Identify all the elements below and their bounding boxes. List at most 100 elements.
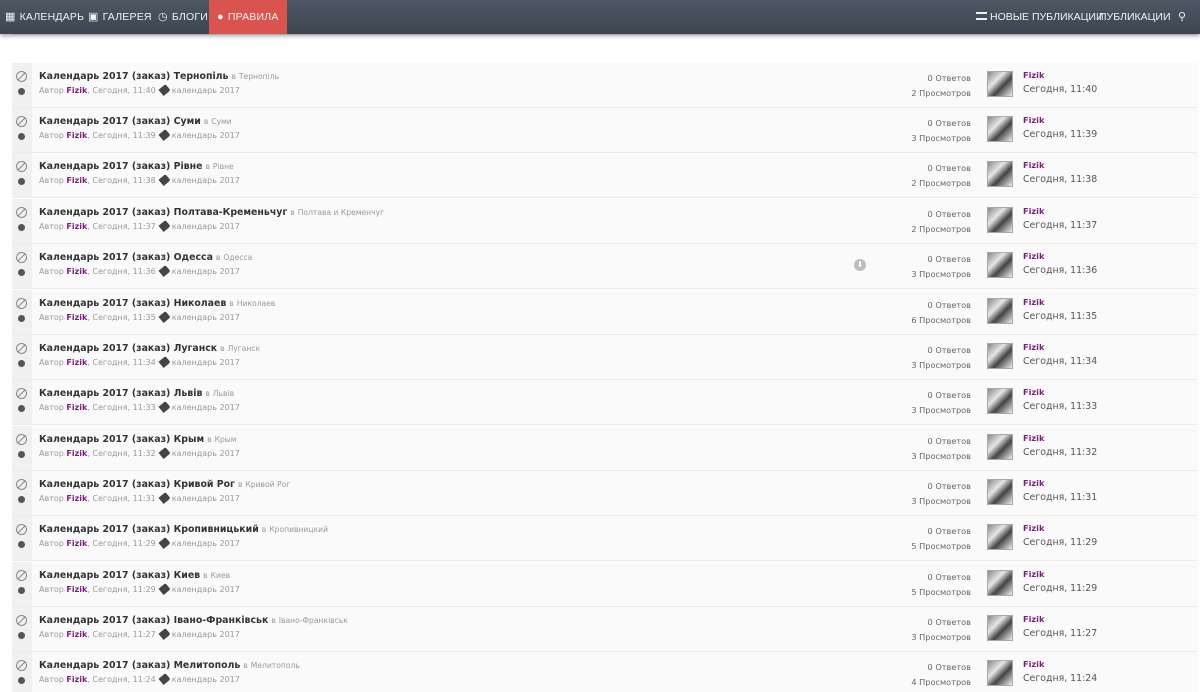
- category-link[interactable]: Крым: [215, 435, 237, 444]
- last-poster-link[interactable]: Fizik: [1023, 569, 1044, 579]
- last-poster-link[interactable]: Fizik: [1023, 251, 1044, 261]
- author-link[interactable]: Fizik: [66, 176, 87, 185]
- last-post-time[interactable]: Сегодня, 11:37: [1023, 220, 1097, 231]
- last-post-time[interactable]: Сегодня, 11:35: [1023, 311, 1097, 322]
- topic-title-link[interactable]: Календарь 2017 (заказ) Киев: [39, 570, 200, 581]
- topic-title-link[interactable]: Календарь 2017 (заказ) Одесса: [39, 252, 213, 263]
- map-pin-icon[interactable]: ⚲: [1178, 0, 1186, 34]
- unread-dot-icon[interactable]: [18, 224, 25, 231]
- last-post-time[interactable]: Сегодня, 11:36: [1023, 265, 1097, 276]
- avatar[interactable]: [987, 298, 1013, 324]
- category-link[interactable]: Одесса: [223, 253, 252, 262]
- category-link[interactable]: Луганск: [228, 344, 261, 353]
- avatar[interactable]: [987, 434, 1013, 460]
- topic-title-link[interactable]: Календарь 2017 (заказ) Львів: [39, 388, 202, 399]
- category-link[interactable]: Рівне: [213, 162, 234, 171]
- topic-row[interactable]: Календарь 2017 (заказ) Киев в Киев Автор …: [12, 562, 1198, 607]
- tag-link[interactable]: календарь 2017: [172, 86, 240, 95]
- author-link[interactable]: Fizik: [66, 131, 87, 140]
- avatar[interactable]: [987, 660, 1013, 686]
- topic-title-link[interactable]: Календарь 2017 (заказ) Луганск: [39, 343, 217, 354]
- avatar[interactable]: [987, 570, 1013, 596]
- last-post-time[interactable]: Сегодня, 11:31: [1023, 492, 1097, 503]
- topic-title-link[interactable]: Календарь 2017 (заказ) Кропивницький: [39, 524, 259, 535]
- last-poster-link[interactable]: Fizik: [1023, 70, 1044, 80]
- author-link[interactable]: Fizik: [66, 494, 87, 503]
- category-link[interactable]: Кривой Рог: [245, 480, 290, 489]
- last-post-time[interactable]: Сегодня, 11:29: [1023, 537, 1097, 548]
- unread-dot-icon[interactable]: [18, 88, 25, 95]
- topic-row[interactable]: Календарь 2017 (заказ) Рівне в Рівне Авто…: [12, 153, 1198, 198]
- tag-link[interactable]: календарь 2017: [172, 176, 240, 185]
- topic-row[interactable]: Календарь 2017 (заказ) Івано-Франківськ …: [12, 607, 1198, 652]
- last-post-time[interactable]: Сегодня, 11:34: [1023, 356, 1097, 367]
- author-link[interactable]: Fizik: [66, 675, 87, 684]
- unread-dot-icon[interactable]: [18, 133, 25, 140]
- tag-link[interactable]: календарь 2017: [172, 449, 240, 458]
- author-link[interactable]: Fizik: [66, 539, 87, 548]
- last-post-time[interactable]: Сегодня, 11:32: [1023, 447, 1097, 458]
- topic-title-link[interactable]: Календарь 2017 (заказ) Николаев: [39, 298, 226, 309]
- nav-new-posts[interactable]: НОВЫЕ ПУБЛИКАЦИИ: [976, 0, 1104, 34]
- last-poster-link[interactable]: Fizik: [1023, 659, 1044, 669]
- unread-dot-icon[interactable]: [18, 360, 25, 367]
- last-poster-link[interactable]: Fizik: [1023, 387, 1044, 397]
- topic-title-link[interactable]: Календарь 2017 (заказ) Крым: [39, 434, 204, 445]
- author-link[interactable]: Fizik: [66, 313, 87, 322]
- topic-row[interactable]: Календарь 2017 (заказ) Николаев в Никола…: [12, 290, 1198, 335]
- nav-publications[interactable]: ПУБЛИКАЦИИ: [1099, 0, 1171, 34]
- unread-dot-icon[interactable]: [18, 451, 25, 458]
- avatar[interactable]: [987, 343, 1013, 369]
- category-link[interactable]: Івано-Франківськ: [279, 616, 348, 625]
- topic-row[interactable]: Календарь 2017 (заказ) Кропивницький в К…: [12, 516, 1198, 561]
- avatar[interactable]: [987, 252, 1013, 278]
- category-link[interactable]: Суми: [211, 117, 231, 126]
- topic-row[interactable]: Календарь 2017 (заказ) Львів в Львів Авто…: [12, 380, 1198, 425]
- category-link[interactable]: Николаев: [237, 299, 276, 308]
- last-poster-link[interactable]: Fizik: [1023, 115, 1044, 125]
- topic-row[interactable]: Календарь 2017 (заказ) Крым в Крым Автор …: [12, 426, 1198, 471]
- last-post-time[interactable]: Сегодня, 11:33: [1023, 401, 1097, 412]
- last-poster-link[interactable]: Fizik: [1023, 206, 1044, 216]
- topic-row[interactable]: Календарь 2017 (заказ) Суми в Суми Автор …: [12, 108, 1198, 153]
- author-link[interactable]: Fizik: [66, 403, 87, 412]
- last-poster-link[interactable]: Fizik: [1023, 433, 1044, 443]
- topic-title-link[interactable]: Календарь 2017 (заказ) Суми: [39, 116, 201, 127]
- last-poster-link[interactable]: Fizik: [1023, 478, 1044, 488]
- topic-title-link[interactable]: Календарь 2017 (заказ) Мелитополь: [39, 660, 240, 671]
- nav-calendar[interactable]: ▦ КАЛЕНДАРЬ: [5, 0, 84, 34]
- avatar[interactable]: [987, 71, 1013, 97]
- avatar[interactable]: [987, 479, 1013, 505]
- last-poster-link[interactable]: Fizik: [1023, 523, 1044, 533]
- last-post-time[interactable]: Сегодня, 11:29: [1023, 583, 1097, 594]
- topic-row[interactable]: Календарь 2017 (заказ) Мелитополь в Мели…: [12, 652, 1198, 692]
- avatar[interactable]: [987, 207, 1013, 233]
- last-post-time[interactable]: Сегодня, 11:39: [1023, 129, 1097, 140]
- tag-link[interactable]: календарь 2017: [172, 539, 240, 548]
- author-link[interactable]: Fizik: [66, 86, 87, 95]
- tag-link[interactable]: календарь 2017: [172, 630, 240, 639]
- topic-row[interactable]: Календарь 2017 (заказ) Тернопіль в Терно…: [12, 63, 1198, 108]
- topic-row[interactable]: Календарь 2017 (заказ) Полтава-Кременьчу…: [12, 199, 1198, 244]
- topic-title-link[interactable]: Календарь 2017 (заказ) Полтава-Кременьчу…: [39, 207, 287, 218]
- avatar[interactable]: [987, 524, 1013, 550]
- topic-row[interactable]: Календарь 2017 (заказ) Кривой Рог в Крив…: [12, 471, 1198, 516]
- avatar[interactable]: [987, 615, 1013, 641]
- tag-link[interactable]: календарь 2017: [172, 131, 240, 140]
- unread-dot-icon[interactable]: [18, 269, 25, 276]
- nav-rules[interactable]: ● ПРАВИЛА: [209, 0, 287, 34]
- tag-link[interactable]: календарь 2017: [172, 222, 240, 231]
- last-poster-link[interactable]: Fizik: [1023, 342, 1044, 352]
- category-link[interactable]: Тернопіль: [239, 72, 279, 81]
- author-link[interactable]: Fizik: [66, 358, 87, 367]
- tag-link[interactable]: календарь 2017: [172, 494, 240, 503]
- author-link[interactable]: Fizik: [66, 585, 87, 594]
- unread-dot-icon[interactable]: [18, 587, 25, 594]
- last-poster-link[interactable]: Fizik: [1023, 614, 1044, 624]
- tag-link[interactable]: календарь 2017: [172, 313, 240, 322]
- topic-row[interactable]: Календарь 2017 (заказ) Одесса в Одесса Ав…: [12, 244, 1198, 289]
- author-link[interactable]: Fizik: [66, 222, 87, 231]
- unread-dot-icon[interactable]: [18, 632, 25, 639]
- topic-title-link[interactable]: Календарь 2017 (заказ) Івано-Франківськ: [39, 615, 268, 626]
- tag-link[interactable]: календарь 2017: [172, 403, 240, 412]
